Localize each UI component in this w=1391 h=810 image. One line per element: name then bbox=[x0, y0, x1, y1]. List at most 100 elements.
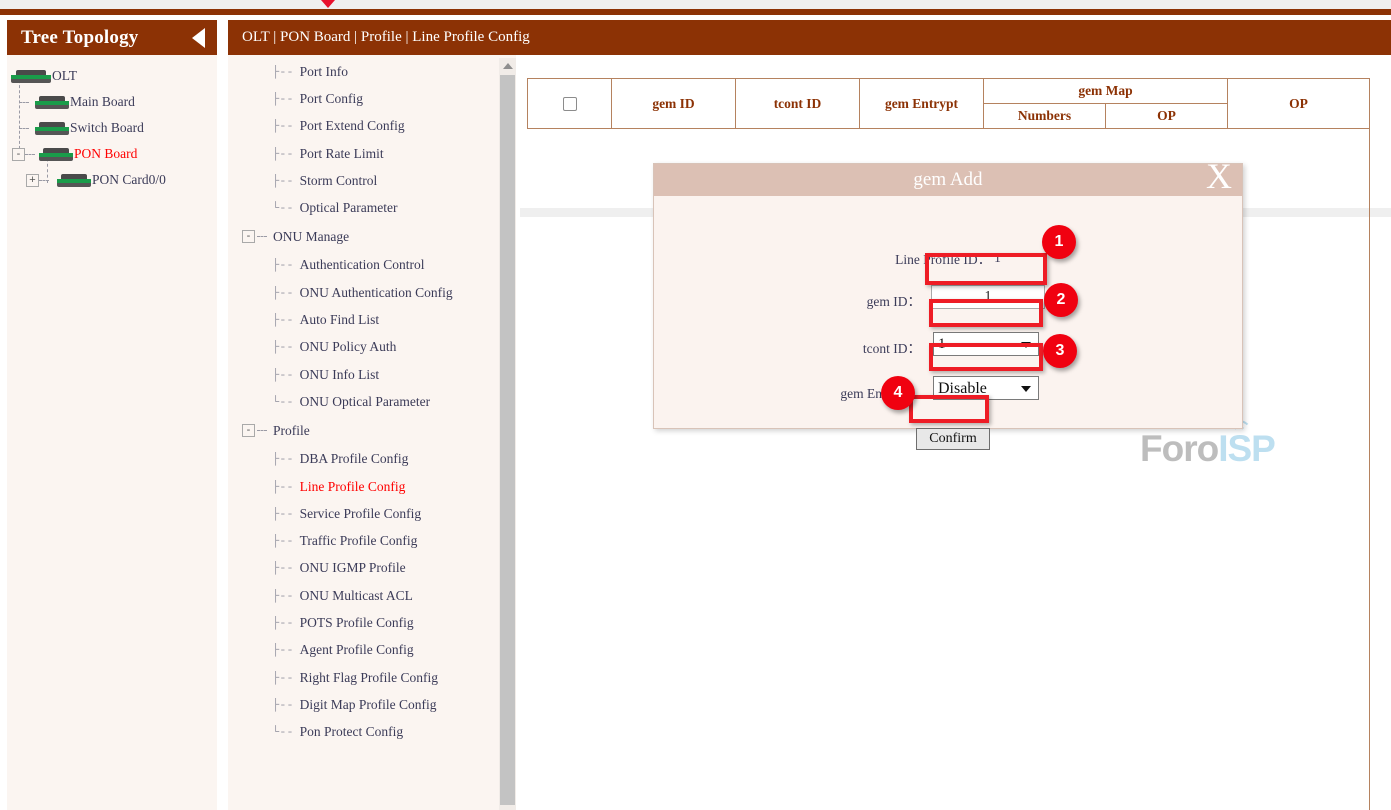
gem-id-input[interactable] bbox=[931, 285, 1045, 309]
menu-item-optical-parameter[interactable]: └-- Optical Parameter bbox=[242, 194, 516, 221]
gem-entrypt-select[interactable]: Disable bbox=[933, 376, 1039, 400]
menu-item-label: Port Config bbox=[300, 91, 363, 107]
red-pointer-icon bbox=[321, 0, 335, 8]
menu-item-pots-profile-config[interactable]: ├-- POTS Profile Config bbox=[242, 609, 516, 636]
menu-item-label: Traffic Profile Config bbox=[300, 533, 418, 549]
menu-item-onu-authentication-config[interactable]: ├-- ONU Authentication Config bbox=[242, 279, 516, 306]
tree-connector: ├-- bbox=[272, 368, 294, 382]
tcont-id-select[interactable]: 1 bbox=[933, 332, 1039, 356]
triangle-left-icon[interactable] bbox=[192, 28, 205, 48]
menu-item-onu-info-list[interactable]: ├-- ONU Info List bbox=[242, 361, 516, 388]
device-chassis-icon bbox=[39, 148, 73, 161]
line-profile-id-value: 1 bbox=[994, 250, 1001, 266]
menu-item-digit-map-profile-config[interactable]: ├-- Digit Map Profile Config bbox=[242, 691, 516, 718]
tree-connector: ├-- bbox=[272, 65, 294, 79]
tree-connector: ├-- bbox=[272, 119, 294, 133]
menu-item-traffic-profile-config[interactable]: ├-- Traffic Profile Config bbox=[242, 527, 516, 554]
tree-connector: └-- bbox=[272, 201, 294, 215]
tree-connector: ├-- bbox=[272, 452, 294, 466]
tree-connector: ├-- bbox=[272, 534, 294, 548]
menu-scrollbar-thumb[interactable] bbox=[500, 75, 515, 805]
menu-item-right-flag-profile-config[interactable]: ├-- Right Flag Profile Config bbox=[242, 664, 516, 691]
foroisp-watermark: ForoISP bbox=[1140, 428, 1300, 473]
tree-expander-pon-card[interactable]: + bbox=[26, 174, 39, 187]
tree-expander-pon-board[interactable]: - bbox=[12, 148, 25, 161]
app-root: Tree Topology OLT Main Board bbox=[0, 0, 1391, 810]
tree-topology-body: OLT Main Board Switch Board - bbox=[7, 55, 217, 193]
menu-item-port-rate-limit[interactable]: ├-- Port Rate Limit bbox=[242, 140, 516, 167]
tree-node-pon-board[interactable]: - PON Board bbox=[7, 141, 217, 167]
header-gem-map: gem Map bbox=[984, 79, 1228, 104]
tree-node-main-board[interactable]: Main Board bbox=[7, 89, 217, 115]
gem-table-head: gem ID tcont ID gem Entrypt gem Map OP N… bbox=[528, 79, 1370, 129]
tree-connector: ├-- bbox=[272, 258, 294, 272]
menu-item-label: Port Extend Config bbox=[300, 118, 405, 134]
tree-connector bbox=[257, 430, 267, 431]
tree-connector: ├-- bbox=[272, 561, 294, 575]
menu-item-label: ONU IGMP Profile bbox=[300, 560, 406, 576]
triangle-up-icon[interactable] bbox=[499, 58, 516, 74]
tcont-id-label: tcont ID： bbox=[709, 337, 921, 357]
gem-add-dialog: gem Add X Line Profile ID： 1 gem ID： tco… bbox=[653, 163, 1243, 429]
watermark-text-foro: Foro bbox=[1140, 428, 1218, 469]
menu-group-onu-manage[interactable]: - ONU Manage bbox=[242, 222, 516, 252]
menu-item-port-info[interactable]: ├-- Port Info bbox=[242, 58, 516, 85]
device-chassis-icon bbox=[57, 174, 91, 187]
menu-item-label: Storm Control bbox=[300, 173, 378, 189]
menu-group-profile[interactable]: - Profile bbox=[242, 416, 516, 446]
line-profile-id-row: Line Profile ID： 1 bbox=[654, 248, 1242, 268]
menu-item-pon-protect-config[interactable]: └-- Pon Protect Config bbox=[242, 719, 516, 746]
menu-item-onu-policy-auth[interactable]: ├-- ONU Policy Auth bbox=[242, 334, 516, 361]
menu-item-label: Digit Map Profile Config bbox=[300, 697, 437, 713]
menu-item-dba-profile-config[interactable]: ├-- DBA Profile Config bbox=[242, 446, 516, 473]
menu-item-auto-find-list[interactable]: ├-- Auto Find List bbox=[242, 306, 516, 333]
menu-item-label: Port Rate Limit bbox=[300, 146, 384, 162]
menu-item-port-extend-config[interactable]: ├-- Port Extend Config bbox=[242, 113, 516, 140]
confirm-button[interactable]: Confirm bbox=[916, 428, 990, 450]
dialog-title: gem Add bbox=[913, 169, 982, 191]
menu-expander-profile[interactable]: - bbox=[242, 424, 255, 437]
header-op: OP bbox=[1228, 79, 1370, 129]
step-badge-3: 3 bbox=[1043, 334, 1077, 368]
tree-connector: ├-- bbox=[272, 92, 294, 106]
menu-item-onu-multicast-acl[interactable]: ├-- ONU Multicast ACL bbox=[242, 582, 516, 609]
tree-node-switch-board[interactable]: Switch Board bbox=[7, 115, 217, 141]
menu-item-authentication-control[interactable]: ├-- Authentication Control bbox=[242, 252, 516, 279]
menu-item-label: Line Profile Config bbox=[300, 479, 406, 495]
menu-group-label: Profile bbox=[273, 423, 310, 439]
tree-connector bbox=[39, 180, 49, 181]
tree-topology-title: Tree Topology bbox=[21, 27, 139, 49]
dialog-title-bar: gem Add X bbox=[654, 164, 1242, 196]
menu-item-service-profile-config[interactable]: ├-- Service Profile Config bbox=[242, 500, 516, 527]
close-x-icon[interactable]: X bbox=[1206, 158, 1232, 194]
menu-expander-onu-manage[interactable]: - bbox=[242, 230, 255, 243]
menu-item-port-config[interactable]: ├-- Port Config bbox=[242, 85, 516, 112]
breadcrumb-bar: OLT | PON Board | Profile | Line Profile… bbox=[228, 20, 1391, 55]
menu-item-label: Pon Protect Config bbox=[300, 724, 404, 740]
tree-topology-panel: Tree Topology OLT Main Board bbox=[7, 20, 217, 810]
gem-table: gem ID tcont ID gem Entrypt gem Map OP N… bbox=[527, 78, 1370, 129]
menu-item-onu-igmp-profile[interactable]: ├-- ONU IGMP Profile bbox=[242, 555, 516, 582]
line-profile-id-label: Line Profile ID： bbox=[895, 248, 991, 268]
tree-node-pon-card[interactable]: + PON Card0/0 bbox=[7, 167, 217, 193]
menu-item-label: ONU Optical Parameter bbox=[300, 394, 430, 410]
header-tcont-id: tcont ID bbox=[736, 79, 860, 129]
tree-connector bbox=[257, 236, 267, 237]
menu-item-label: Auto Find List bbox=[300, 312, 380, 328]
menu-item-label: ONU Multicast ACL bbox=[300, 588, 413, 604]
menu-item-label: Agent Profile Config bbox=[300, 642, 414, 658]
breadcrumb: OLT | PON Board | Profile | Line Profile… bbox=[242, 29, 530, 46]
menu-item-agent-profile-config[interactable]: ├-- Agent Profile Config bbox=[242, 637, 516, 664]
tree-connector: ├-- bbox=[272, 589, 294, 603]
menu-item-onu-optical-parameter[interactable]: └-- ONU Optical Parameter bbox=[242, 388, 516, 415]
navigation-menu-list: - Port ├-- Port Info ├-- Port Config ├--… bbox=[228, 20, 516, 746]
checkbox-icon[interactable] bbox=[563, 97, 577, 111]
menu-scrollbar[interactable] bbox=[499, 58, 516, 810]
menu-item-storm-control[interactable]: ├-- Storm Control bbox=[242, 167, 516, 194]
menu-item-line-profile-config[interactable]: ├-- Line Profile Config bbox=[242, 473, 516, 500]
device-chassis-icon bbox=[35, 96, 69, 109]
menu-item-label: Port Info bbox=[300, 64, 348, 80]
tree-connector bbox=[19, 102, 29, 103]
tree-node-label: Switch Board bbox=[70, 120, 144, 136]
tree-node-olt[interactable]: OLT bbox=[7, 63, 217, 89]
